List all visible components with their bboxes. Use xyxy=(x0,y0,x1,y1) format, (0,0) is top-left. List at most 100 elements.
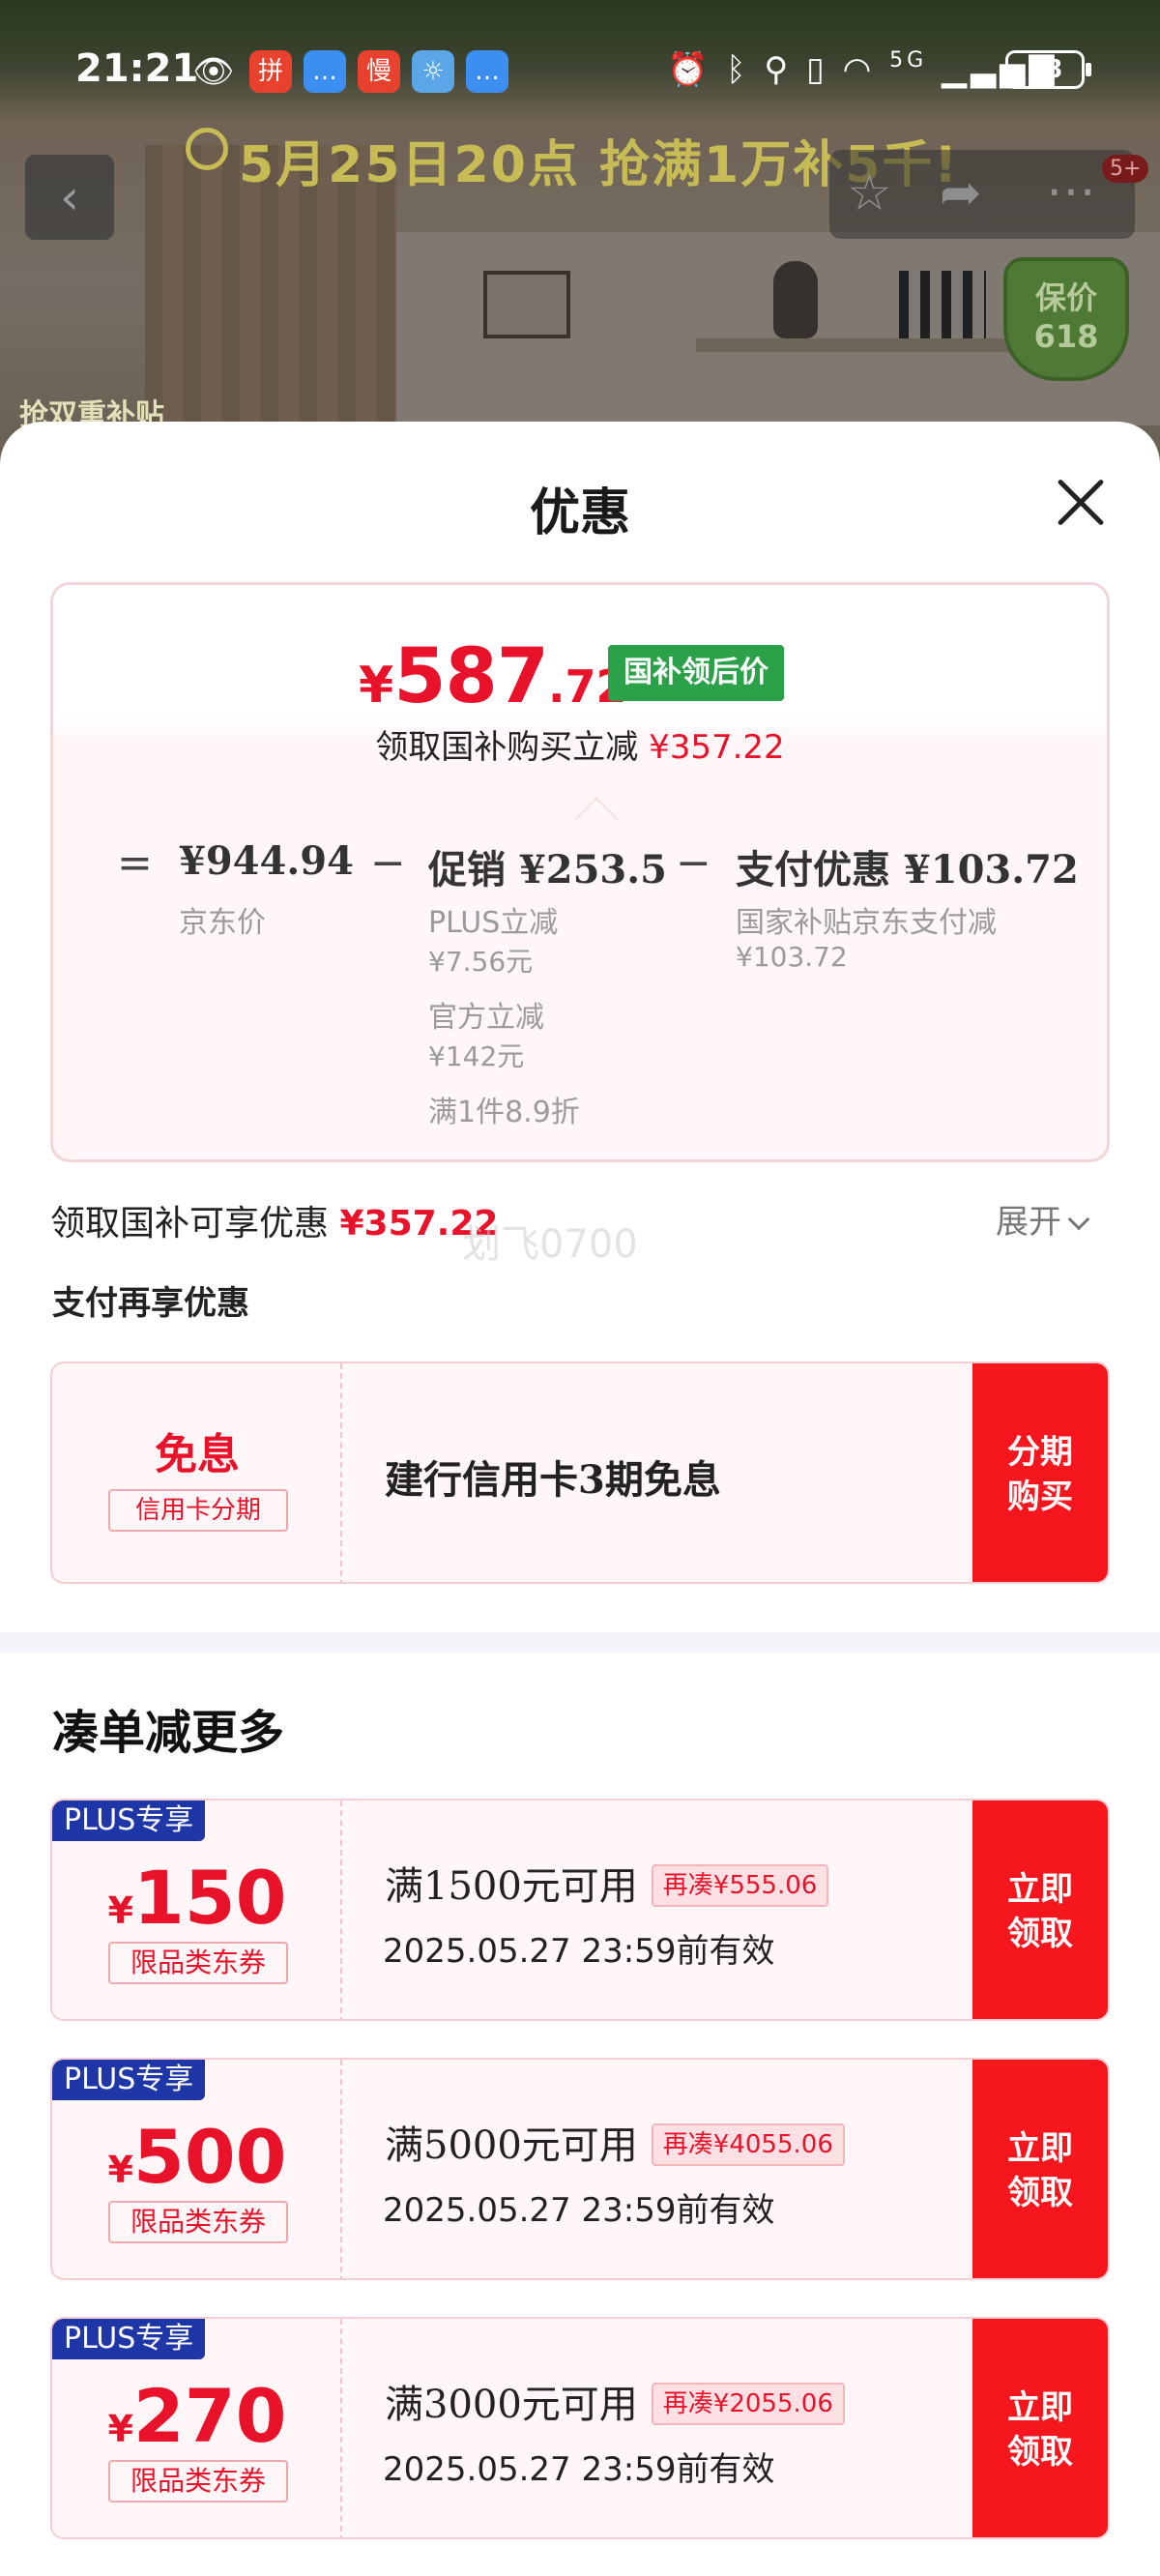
sheet-title: 优惠 xyxy=(529,483,630,542)
coupon-type-tag: 限品类东券 xyxy=(108,2460,288,2503)
coupon-amount: ¥500 xyxy=(52,2114,342,2200)
minus-sign: − xyxy=(676,838,711,888)
pay-section-label: 支付再享优惠 xyxy=(52,1284,249,1323)
gov-subsidy-price-tag: 国补领后价 xyxy=(608,645,784,701)
official-discount-amount: ¥142元 xyxy=(428,1040,525,1072)
coupon-value-panel: PLUS专享 ¥150 限品类东券 xyxy=(52,1800,342,2019)
price-guard-label: 保价 xyxy=(1034,279,1097,316)
claim-line1: 立即 xyxy=(1007,1870,1073,1909)
watermark: 划飞0700 xyxy=(462,1222,638,1267)
installment-text: 建行信用卡3期免息 xyxy=(385,1457,721,1503)
payment-discount-amount: ¥103.72 xyxy=(736,941,848,973)
price-summary: ¥587.72 国补领后价 领取国补购买立减 ¥357.22 xyxy=(53,585,1107,819)
jd-price: ¥944.94 xyxy=(179,838,354,884)
coupon-condition: 满1500元可用 再凑¥555.06 xyxy=(385,1855,829,1911)
coupon-condition-text: 满1500元可用 xyxy=(385,1864,638,1909)
coupon-condition: 满5000元可用 再凑¥4055.06 xyxy=(385,2114,845,2170)
coupon-value-panel: PLUS专享 ¥270 限品类东券 xyxy=(52,2319,342,2537)
installment-buy-line1: 分期 xyxy=(1007,1433,1073,1472)
battery-indicator: 38 xyxy=(1005,50,1091,89)
price-breakdown: = ¥944.94 京东价 − 促销 ¥253.5 PLUS立减 ¥7.56元 … xyxy=(53,819,1107,1157)
favorite-star-icon[interactable]: ☆ xyxy=(847,164,892,222)
expand-label: 展开 xyxy=(996,1203,1061,1242)
status-time: 21:21 xyxy=(75,46,199,91)
price-guard-date: 618 xyxy=(1033,318,1099,355)
discount-rule: 满1件8.9折 xyxy=(428,1096,580,1129)
message-icon: … xyxy=(304,50,346,93)
installment-buy-button[interactable]: 分期 购买 xyxy=(972,1363,1108,1582)
pinduoduo-icon: 拼 xyxy=(249,50,292,93)
coupon-value-panel: PLUS专享 ¥500 限品类东券 xyxy=(52,2060,342,2278)
claim-line2: 领取 xyxy=(1007,2433,1073,2472)
price-currency: ¥ xyxy=(359,657,394,715)
status-bar: 21:21 👁 拼 … 慢 ☼ … ⏰ ᛒ ⚲ ▯ ◠ 5G ▁▃▅▇ 38 xyxy=(0,0,1160,97)
plus-discount-label: PLUS立减 xyxy=(428,906,559,940)
discount-sheet: 优惠 ¥587.72 国补领后价 领取国补购买立减 ¥357.22 = ¥944… xyxy=(0,422,1160,2576)
plus-exclusive-tag: PLUS专享 xyxy=(52,2060,206,2100)
coupon-value: 270 xyxy=(132,2373,287,2459)
claim-line2: 领取 xyxy=(1007,1915,1073,1953)
share-icon[interactable]: ➦ xyxy=(940,164,982,222)
installment-title: 免息 xyxy=(155,1430,240,1479)
coupon-expiry: 2025.05.27 23:59前有效 xyxy=(383,1932,775,1971)
message-count-badge: 5+ xyxy=(1102,155,1149,183)
equals-sign: = xyxy=(117,838,153,888)
close-button[interactable] xyxy=(1054,476,1108,530)
bluetooth-icon: ᛒ xyxy=(726,50,750,89)
price-guard-badge: 保价 618 xyxy=(1003,257,1129,381)
claim-coupon-button[interactable]: 立即 领取 xyxy=(972,2319,1108,2537)
gov-subsidy-desc: 领取国补购买立减 ¥357.22 xyxy=(53,720,1107,768)
more-dots-icon[interactable]: ⋯ xyxy=(1046,162,1096,220)
section-divider xyxy=(0,1632,1160,1654)
expand-button[interactable]: 展开 xyxy=(996,1195,1090,1243)
coupon-currency: ¥ xyxy=(107,2149,133,2191)
alarm-icon: ⏰ xyxy=(667,50,712,89)
more-section-title: 凑单减更多 xyxy=(52,1706,285,1760)
gov-desc-text: 领取国补购买立减 xyxy=(375,728,639,767)
coupon-currency: ¥ xyxy=(107,2408,133,2450)
claim-coupon-button[interactable]: 立即 领取 xyxy=(972,2060,1108,2278)
claim-coupon-button[interactable]: 立即 领取 xyxy=(972,1800,1108,2019)
eye-icon: 👁 xyxy=(192,52,235,91)
installment-card: 免息 信用卡分期 建行信用卡3期免息 分期 购买 xyxy=(50,1361,1110,1584)
chevron-down-icon xyxy=(1067,1208,1090,1231)
minus-sign: − xyxy=(370,838,406,888)
wifi-icon: ◠ xyxy=(842,50,876,89)
jd-price-label: 京东价 xyxy=(179,906,266,940)
gov-subsidy-line: 领取国补可享优惠 ¥357.22 xyxy=(50,1195,498,1245)
coupon-condition-text: 满3000元可用 xyxy=(385,2383,638,2427)
installment-tag: 信用卡分期 xyxy=(108,1489,288,1532)
coupon-expiry: 2025.05.27 23:59前有效 xyxy=(383,2450,775,2489)
plus-discount-amount: ¥7.56元 xyxy=(428,946,534,978)
coupon-amount: ¥150 xyxy=(52,1855,342,1941)
coupon-topup-tag: 再凑¥555.06 xyxy=(651,1864,829,1907)
coupon-condition-text: 满5000元可用 xyxy=(385,2123,638,2168)
claim-line1: 立即 xyxy=(1007,2129,1073,2168)
promo-total: 促销 ¥253.5 xyxy=(428,847,668,893)
slow-app-icon: 慢 xyxy=(358,50,400,93)
coupon-currency: ¥ xyxy=(107,1889,133,1932)
gov-subsidy-line-text: 领取国补可享优惠 xyxy=(50,1204,330,1244)
final-price: ¥587.72 xyxy=(359,633,627,720)
coupon-expiry: 2025.05.27 23:59前有效 xyxy=(383,2191,775,2230)
message-icon: … xyxy=(466,50,508,93)
coupon-type-tag: 限品类东券 xyxy=(108,2201,288,2243)
installment-badge: 免息 信用卡分期 xyxy=(52,1363,342,1582)
claim-line1: 立即 xyxy=(1007,2388,1073,2427)
plus-exclusive-tag: PLUS专享 xyxy=(52,1800,206,1841)
network-type: 5G xyxy=(889,48,928,73)
coupon-topup-tag: 再凑¥4055.06 xyxy=(651,2123,845,2166)
status-indicators: ⏰ ᛒ ⚲ ▯ ◠ 5G ▁▃▅▇ xyxy=(667,48,1058,89)
coupon-value: 500 xyxy=(132,2114,287,2200)
vibrate-icon: ▯ xyxy=(806,50,828,89)
coupon-type-tag: 限品类东券 xyxy=(108,1942,288,1984)
coupon-card: PLUS专享 ¥270 限品类东券 满3000元可用 再凑¥2055.06 2025.05… xyxy=(50,2317,1110,2539)
back-button[interactable]: ‹ xyxy=(25,155,114,240)
official-discount-label: 官方立减 xyxy=(428,1001,544,1035)
plus-exclusive-tag: PLUS专享 xyxy=(52,2319,206,2359)
gov-desc-amount: ¥357.22 xyxy=(649,728,785,767)
chevron-left-icon: ‹ xyxy=(60,169,79,225)
coupon-amount: ¥270 xyxy=(52,2373,342,2459)
coupon-value: 150 xyxy=(132,1855,287,1941)
coupon-topup-tag: 再凑¥2055.06 xyxy=(651,2383,845,2425)
